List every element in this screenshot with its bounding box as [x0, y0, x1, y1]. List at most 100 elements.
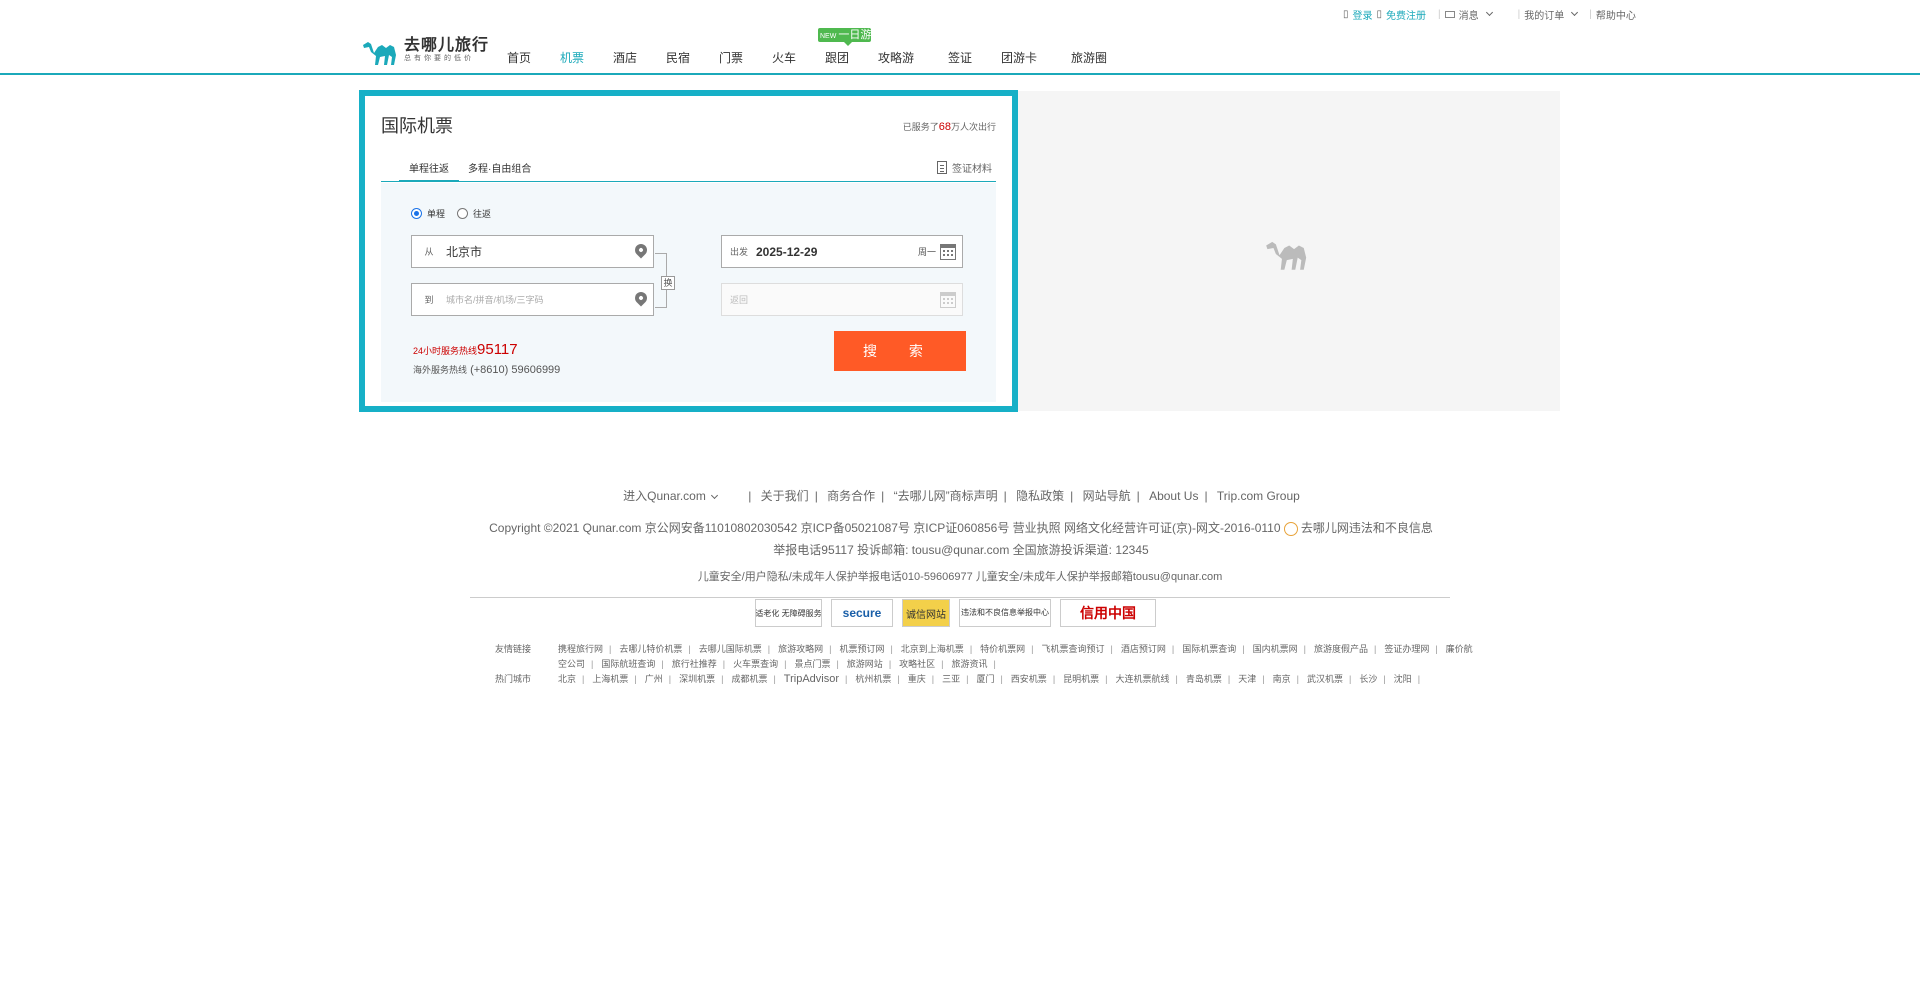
- friend-link[interactable]: 景点门票: [794, 659, 830, 669]
- from-city-field[interactable]: 从 北京市: [411, 235, 654, 268]
- hot-city-link[interactable]: TripAdvisor: [784, 673, 839, 685]
- depart-date-value[interactable]: 2025-12-29: [756, 245, 817, 259]
- nav-item-train[interactable]: 火车: [772, 49, 796, 66]
- nav-item-homestay[interactable]: 民宿: [666, 49, 690, 66]
- from-city-value[interactable]: 北京市: [446, 243, 482, 260]
- hot-city-link[interactable]: 长沙: [1359, 674, 1377, 684]
- friend-link[interactable]: 旅行社推荐: [672, 659, 717, 669]
- new-badge: NEW 一日游: [818, 28, 871, 46]
- hot-city-link[interactable]: 三亚: [942, 674, 960, 684]
- footer-link[interactable]: 关于我们: [761, 489, 809, 503]
- calendar-icon[interactable]: [940, 244, 956, 260]
- friend-link[interactable]: 攻略社区: [899, 659, 935, 669]
- link-separator: |: [688, 644, 691, 654]
- friend-link[interactable]: 旅游攻略网: [778, 644, 823, 654]
- friend-link[interactable]: 旅游度假产品: [1314, 644, 1368, 654]
- link-separator: |: [1303, 644, 1306, 654]
- link-separator: |: [784, 659, 787, 669]
- swap-cities-button[interactable]: 换: [661, 276, 675, 290]
- hot-city-link[interactable]: 北京: [558, 674, 576, 684]
- hot-city-link[interactable]: 南京: [1273, 674, 1291, 684]
- friend-link[interactable]: 旅游资讯: [952, 659, 988, 669]
- friend-link[interactable]: 签证办理网: [1384, 644, 1429, 654]
- nav-item-card[interactable]: 团游卡: [1001, 49, 1037, 66]
- site-header: 去哪儿旅行 总有你要的低价 NEW 一日游 首页 机票 酒店 民宿 门票 火车 跟…: [0, 0, 1920, 75]
- hot-city-link[interactable]: 西安机票: [1011, 674, 1047, 684]
- language-switch[interactable]: 进入Qunar.com: [620, 489, 720, 503]
- nav-item-flight[interactable]: 机票: [560, 49, 584, 66]
- hot-city-link[interactable]: 天津: [1238, 674, 1256, 684]
- search-form: 单程 往返 从 北京市 到 城市名/拼音/机场/三字码 换 出发 2025-12…: [381, 183, 996, 402]
- return-date-field[interactable]: 返回: [721, 283, 963, 316]
- friend-link[interactable]: 携程旅行网: [558, 644, 603, 654]
- hot-city-link[interactable]: 大连机票航线: [1116, 674, 1170, 684]
- nav-item-group-tour[interactable]: 跟团: [825, 49, 849, 66]
- camel-placeholder-icon: [1266, 241, 1307, 270]
- footer-link[interactable]: 隐私政策: [1016, 489, 1064, 503]
- tab-oneway-round[interactable]: 单程往返: [399, 160, 459, 182]
- logo-slogan: 总有你要的低价: [404, 54, 474, 62]
- nav-item-circle[interactable]: 旅游圈: [1071, 49, 1107, 66]
- link-separator: |: [591, 659, 594, 669]
- footer-link[interactable]: 商务合作: [827, 489, 875, 503]
- location-pin-icon[interactable]: [632, 289, 650, 307]
- radio-oneway[interactable]: 单程: [411, 207, 445, 220]
- link-separator: |: [890, 644, 893, 654]
- report-center-badge[interactable]: 违法和不良信息举报中心: [959, 599, 1051, 627]
- friend-link[interactable]: 国内机票网: [1253, 644, 1298, 654]
- friend-link[interactable]: 国际机票查询: [1182, 644, 1236, 654]
- radio-round-trip[interactable]: 往返: [457, 207, 491, 220]
- friend-link[interactable]: 去哪儿国际机票: [699, 644, 762, 654]
- nav-item-guide[interactable]: 攻略游: [878, 49, 914, 66]
- nav-item-hotel[interactable]: 酒店: [613, 49, 637, 66]
- to-label: 到: [424, 295, 434, 305]
- hot-city-link[interactable]: 沈阳: [1394, 674, 1412, 684]
- credit-badge[interactable]: 诚信网站: [902, 599, 950, 627]
- nav-item-visa[interactable]: 签证: [948, 49, 972, 66]
- depart-date-field[interactable]: 出发 2025-12-29 周一: [721, 235, 963, 268]
- to-city-field[interactable]: 到 城市名/拼音/机场/三字码: [411, 283, 654, 316]
- hot-city-link[interactable]: 上海机票: [592, 674, 628, 684]
- link-separator: |: [1171, 644, 1175, 654]
- hot-city-link[interactable]: 厦门: [976, 674, 994, 684]
- friend-link[interactable]: 旅游网站: [847, 659, 883, 669]
- friend-link[interactable]: 北京到上海机票: [901, 644, 964, 654]
- link-separator: |: [722, 659, 726, 669]
- radio-button-checked[interactable]: [411, 208, 422, 219]
- footer-link[interactable]: “去哪儿网”商标声明: [894, 489, 998, 503]
- friend-link[interactable]: 机票预订网: [839, 644, 884, 654]
- hot-city-link[interactable]: 广州: [645, 674, 663, 684]
- friend-link[interactable]: 火车票查询: [733, 659, 778, 669]
- friend-link[interactable]: 国际航班查询: [601, 659, 655, 669]
- friend-link[interactable]: 去哪儿特价机票: [619, 644, 682, 654]
- hot-city-link[interactable]: 青岛机票: [1186, 674, 1222, 684]
- friend-link[interactable]: 特价机票网: [980, 644, 1025, 654]
- hot-city-link[interactable]: 武汉机票: [1307, 674, 1343, 684]
- radio-button[interactable]: [457, 208, 468, 219]
- link-separator: |: [1105, 674, 1108, 684]
- link-separator: |: [1031, 644, 1034, 654]
- hot-city-link[interactable]: 成都机票: [731, 674, 767, 684]
- calendar-icon[interactable]: [940, 292, 956, 308]
- logo[interactable]: 去哪儿旅行 总有你要的低价: [360, 33, 496, 66]
- footer-link-about[interactable]: About Us: [1149, 489, 1198, 503]
- friend-link[interactable]: 酒店预订网: [1121, 644, 1166, 654]
- secure-badge[interactable]: secure: [831, 599, 893, 627]
- footer-link[interactable]: 网站导航: [1083, 489, 1131, 503]
- tab-visa-materials[interactable]: 签证材料: [937, 160, 992, 175]
- hot-city-link[interactable]: 昆明机票: [1063, 674, 1099, 684]
- nav-item-tickets[interactable]: 门票: [719, 49, 743, 66]
- location-pin-icon[interactable]: [632, 241, 650, 259]
- accessibility-badge[interactable]: 适老化 无障碍服务: [755, 599, 822, 627]
- to-city-placeholder[interactable]: 城市名/拼音/机场/三字码: [446, 293, 544, 306]
- friend-link[interactable]: 飞机票查询预订: [1042, 644, 1105, 654]
- credit-china-badge[interactable]: 信用中国: [1060, 599, 1156, 627]
- tab-multi-city[interactable]: 多程·自由组合: [468, 160, 531, 175]
- ad-panel[interactable]: [1018, 91, 1560, 411]
- hot-city-link[interactable]: 深圳机票: [679, 674, 715, 684]
- hot-city-link[interactable]: 杭州机票: [855, 674, 891, 684]
- nav-item-home[interactable]: 首页: [507, 49, 531, 66]
- footer-link-trip[interactable]: Trip.com Group: [1217, 489, 1300, 503]
- hot-city-link[interactable]: 重庆: [908, 674, 926, 684]
- search-button[interactable]: 搜 索: [834, 331, 966, 371]
